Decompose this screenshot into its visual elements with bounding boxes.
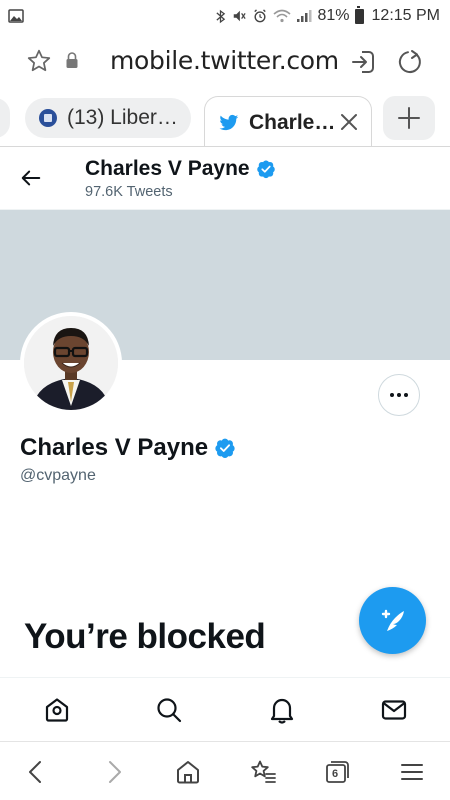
search-icon[interactable] <box>155 696 183 724</box>
battery-icon <box>354 5 364 24</box>
notifications-icon[interactable] <box>268 696 296 724</box>
tab-partial[interactable] <box>0 98 10 138</box>
profile-display-name: Charles V Payne <box>20 434 236 462</box>
home-icon[interactable] <box>174 758 202 786</box>
tab-twitter[interactable]: Charle… <box>204 96 372 148</box>
header-name-text: Charles V Payne <box>85 157 250 180</box>
tweet-count: 97.6K Tweets <box>85 184 173 200</box>
header-name: Charles V Payne <box>85 157 276 181</box>
tabs-count: 6 <box>332 768 339 780</box>
new-tab-button[interactable] <box>383 96 435 140</box>
plus-icon <box>398 107 420 129</box>
compose-feather-icon <box>381 609 404 631</box>
avatar-photo <box>24 316 118 410</box>
bookmark-star-icon[interactable] <box>26 48 52 74</box>
avatar-portrait-icon <box>24 316 118 410</box>
more-dot <box>390 393 394 397</box>
back-arrow-icon[interactable] <box>20 167 42 189</box>
mute-icon <box>234 10 247 22</box>
back-icon[interactable] <box>22 758 50 786</box>
tab-liberty[interactable]: (13) Liber… <box>25 98 191 138</box>
battery-percent: 81% <box>317 7 350 24</box>
more-dot <box>397 393 401 397</box>
forward-icon[interactable] <box>100 758 128 786</box>
blocked-title: You’re blocked <box>24 617 266 656</box>
twitter-bird-icon <box>219 114 239 130</box>
messages-icon[interactable] <box>380 696 408 724</box>
status-bar: 81% 12:15 PM <box>0 0 450 32</box>
gov-seal-icon <box>39 109 57 127</box>
bluetooth-icon <box>216 9 226 23</box>
clock: 12:15 PM <box>371 7 440 24</box>
bookmarks-icon[interactable] <box>249 758 277 786</box>
signal-icon <box>297 10 312 22</box>
close-icon[interactable] <box>339 112 359 132</box>
verified-badge-icon <box>215 438 235 458</box>
url-bar: mobile.twitter.com <box>0 32 450 90</box>
lock-icon <box>66 52 78 68</box>
home-icon[interactable] <box>43 696 71 724</box>
profile-handle: @cvpayne <box>20 467 96 484</box>
tab-label: (13) Liber… <box>67 106 178 129</box>
url-text[interactable]: mobile.twitter.com <box>110 46 339 75</box>
compose-tweet-button[interactable] <box>359 587 426 654</box>
browser-bottom-bar: 6 <box>0 741 450 800</box>
twitter-bottom-nav <box>0 677 450 741</box>
tab-label: Charle… <box>249 110 336 134</box>
more-options-button[interactable] <box>378 374 420 416</box>
avatar[interactable] <box>20 312 122 414</box>
profile-header: Charles V Payne 97.6K Tweets <box>0 147 450 210</box>
display-name-text: Charles V Payne <box>20 434 209 461</box>
menu-icon[interactable] <box>398 758 426 786</box>
more-dot <box>404 393 408 397</box>
alarm-icon <box>254 9 267 23</box>
gallery-icon <box>8 9 24 23</box>
wifi-icon <box>273 9 292 23</box>
login-icon[interactable] <box>349 48 377 76</box>
tabs-button[interactable]: 6 <box>323 758 351 786</box>
tab-strip: (13) Liber… Charle… <box>0 90 450 148</box>
reload-icon[interactable] <box>396 48 424 76</box>
verified-badge-icon <box>256 160 275 179</box>
